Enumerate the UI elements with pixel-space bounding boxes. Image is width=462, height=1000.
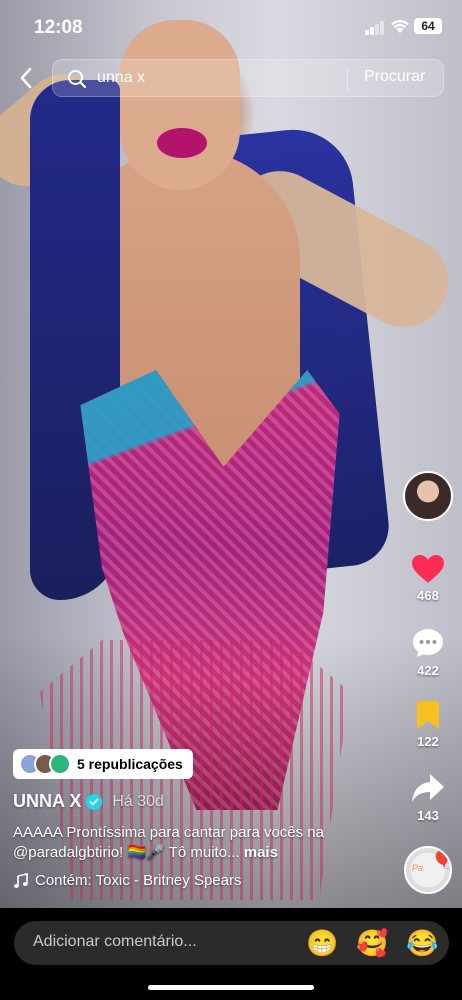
emoji-laugh-button[interactable]: 😂 bbox=[406, 927, 438, 959]
share-count: 143 bbox=[417, 808, 439, 823]
repost-label: 5 republicações bbox=[77, 756, 183, 772]
like-button[interactable]: 468 bbox=[403, 554, 453, 603]
home-indicator[interactable] bbox=[148, 985, 314, 990]
search-input[interactable]: unna x bbox=[97, 69, 145, 87]
chevron-left-icon bbox=[20, 67, 32, 89]
back-button[interactable] bbox=[12, 62, 40, 94]
verified-badge-icon bbox=[86, 793, 103, 810]
repost-avatars bbox=[19, 752, 75, 776]
heart-icon bbox=[412, 555, 444, 583]
search-bar[interactable]: unna x Procurar bbox=[52, 59, 444, 97]
share-arrow-icon bbox=[412, 774, 444, 802]
music-disc[interactable]: Pa 🎈 bbox=[404, 846, 452, 894]
emoji-love-button[interactable]: 🥰 bbox=[356, 927, 388, 959]
author-username[interactable]: UNNA X bbox=[13, 791, 81, 812]
sound-label: Contém: Toxic - Britney Spears bbox=[35, 872, 242, 889]
comment-count: 422 bbox=[417, 663, 439, 678]
share-button[interactable]: 143 bbox=[403, 772, 453, 823]
repost-chip[interactable]: 5 republicações bbox=[13, 749, 193, 779]
music-note-icon bbox=[13, 872, 28, 888]
search-divider bbox=[347, 68, 348, 90]
sound-row[interactable]: Contém: Toxic - Britney Spears bbox=[13, 872, 241, 889]
creator-avatar[interactable] bbox=[403, 471, 453, 521]
balloons-icon: 🎈 bbox=[431, 850, 452, 870]
signal-icon bbox=[365, 21, 385, 35]
status-bar: 12:08 64 bbox=[0, 0, 462, 54]
save-count: 122 bbox=[417, 734, 439, 749]
comment-button[interactable]: 422 bbox=[403, 627, 453, 678]
like-count: 468 bbox=[417, 588, 439, 603]
video-frame-shape bbox=[157, 128, 207, 158]
caption[interactable]: AAAAA Prontíssima para cantar para vocês… bbox=[13, 823, 353, 863]
save-button[interactable]: 122 bbox=[403, 700, 453, 749]
status-time: 12:08 bbox=[34, 17, 83, 38]
post-time: Há 30d bbox=[112, 792, 164, 810]
bookmark-icon bbox=[417, 701, 439, 729]
search-icon bbox=[68, 70, 87, 89]
comment-placeholder: Adicionar comentário... bbox=[33, 933, 197, 950]
wifi-icon bbox=[391, 19, 409, 33]
bottom-bar: Adicionar comentário... 😁 🥰 😂 bbox=[0, 908, 462, 1000]
search-button[interactable]: Procurar bbox=[364, 68, 425, 86]
disc-logo: Pa bbox=[412, 863, 424, 873]
battery-indicator: 64 bbox=[414, 18, 442, 34]
avatar bbox=[49, 753, 71, 775]
comment-input[interactable]: Adicionar comentário... 😁 🥰 😂 bbox=[14, 921, 449, 965]
comment-icon bbox=[413, 629, 443, 657]
emoji-grin-button[interactable]: 😁 bbox=[306, 927, 338, 959]
caption-more-link[interactable]: mais bbox=[244, 844, 278, 861]
author-row[interactable]: UNNA X Há 30d bbox=[13, 791, 164, 812]
